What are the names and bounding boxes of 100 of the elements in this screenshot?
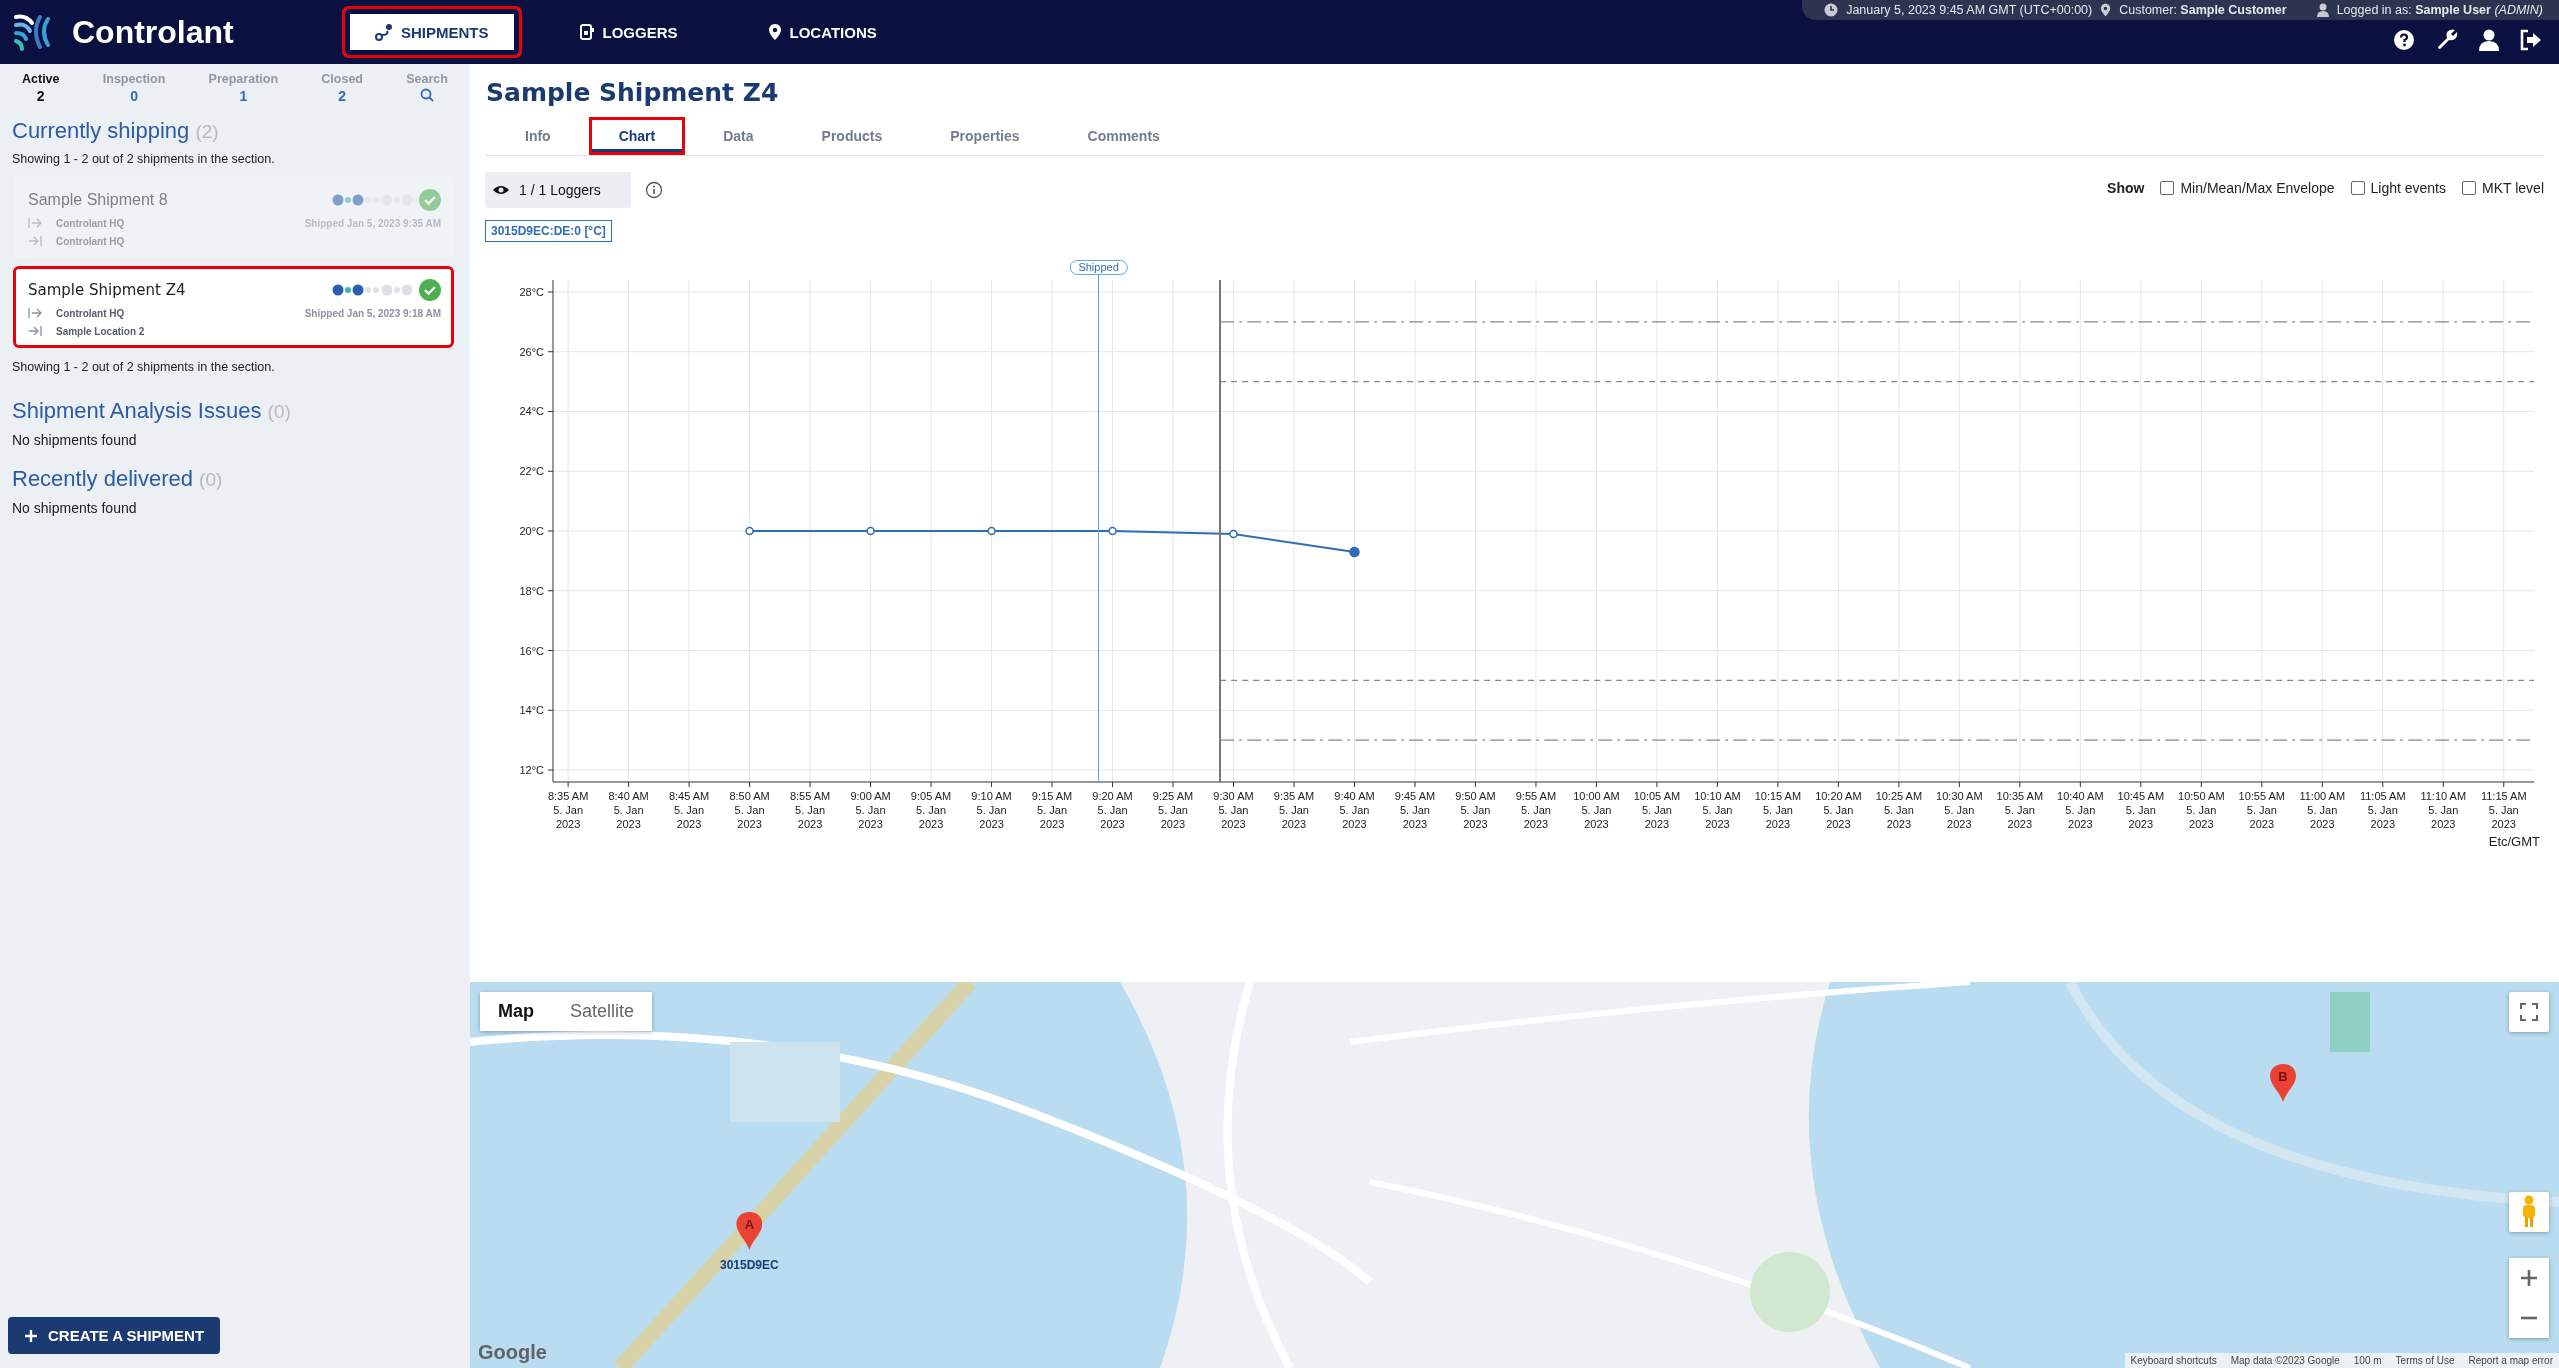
timezone-label: Etc/GMT — [2487, 834, 2541, 849]
check-icon — [419, 189, 441, 211]
tab[interactable]: Info — [495, 117, 581, 155]
map-type-button[interactable]: Satellite — [552, 992, 653, 1031]
map-attribution-item[interactable]: 100 m — [2353, 1355, 2382, 1366]
x-tick-label: 8:55 AM 5. Jan 2023 — [789, 790, 831, 830]
option-checkbox[interactable]: Light events — [2350, 180, 2446, 196]
x-tick-label: 8:40 AM 5. Jan 2023 — [608, 790, 649, 830]
y-tick-label: 26°C — [519, 345, 544, 358]
filter-tab[interactable]: Inspection 0 — [102, 72, 166, 104]
x-tick-label: 10:20 AM 5. Jan 2023 — [1815, 790, 1862, 830]
plus-icon — [24, 1328, 38, 1343]
show-label: Show — [2107, 180, 2145, 196]
x-tick-label: 11:05 AM 5. Jan 2023 — [2359, 790, 2406, 830]
origin-location: Controlant HQ — [56, 307, 126, 319]
y-tick-label: 22°C — [519, 465, 544, 478]
tab[interactable]: Comments — [1057, 117, 1190, 155]
section-summary: Showing 1 - 2 out of 2 shipments in the section. — [12, 152, 276, 166]
origin-location: Controlant HQ — [56, 217, 126, 229]
x-tick-label: 11:10 AM 5. Jan 2023 — [2420, 790, 2467, 830]
y-tick-label: 18°C — [519, 584, 544, 597]
marker-caption: 3015D9EC — [720, 1258, 779, 1272]
x-tick-label: 10:55 AM 5. Jan 2023 — [2238, 790, 2286, 830]
loggers-button[interactable]: 1 / 1 Loggers — [485, 172, 631, 208]
check-icon — [419, 279, 441, 301]
fullscreen-button[interactable] — [2509, 992, 2549, 1032]
nav-tab[interactable]: LOCATIONS — [734, 6, 910, 58]
map-logo: Google — [478, 1341, 547, 1364]
data-point — [987, 526, 996, 536]
option-checkbox[interactable]: Min/Mean/Max Envelope — [2160, 180, 2335, 196]
arrive-icon — [28, 235, 42, 247]
filter-tab[interactable]: Closed 2 — [321, 72, 363, 104]
shipment-title: Sample Shipment Z4 — [486, 78, 780, 107]
y-tick-label: 24°C — [519, 405, 544, 418]
x-tick-label: 9:55 AM 5. Jan 2023 — [1515, 790, 1557, 830]
eye-icon — [493, 184, 509, 196]
login-label: Logged in as: Sample User (ADMIN) — [2336, 3, 2543, 17]
option-checkbox[interactable]: MKT level — [2462, 180, 2544, 196]
x-tick-label: 9:35 AM 5. Jan 2023 — [1273, 790, 1315, 830]
search-icon — [420, 88, 435, 102]
x-tick-label: 10:50 AM 5. Jan 2023 — [2178, 790, 2225, 830]
create-shipment-button[interactable]: CREATE A SHIPMENT — [8, 1317, 221, 1354]
y-tick-label: 12°C — [519, 764, 544, 777]
x-tick-label: 8:35 AM 5. Jan 2023 — [547, 790, 589, 830]
wrench-icon[interactable] — [2435, 28, 2459, 52]
map-type-button[interactable]: Map — [480, 992, 552, 1031]
depart-icon — [28, 307, 42, 319]
arrive-icon — [28, 325, 42, 337]
current-datetime: January 5, 2023 9:45 AM GMT (UTC+00:00) — [1846, 3, 2093, 17]
map-attribution-item[interactable]: Map data ©2023 Google — [2230, 1355, 2340, 1366]
tab[interactable]: Products — [791, 117, 913, 155]
map-attribution-item[interactable]: Terms of Use — [2395, 1355, 2455, 1366]
x-tick-label: 9:50 AM 5. Jan 2023 — [1455, 790, 1496, 830]
x-tick-label: 10:25 AM 5. Jan 2023 — [1875, 790, 1923, 830]
empty-message: No shipments found — [12, 500, 138, 516]
logout-icon[interactable] — [2519, 29, 2543, 51]
plus-icon — [2520, 1269, 2538, 1287]
shipped-date: Shipped Jan 5, 2023 9:35 AM — [304, 217, 441, 229]
user-icon[interactable] — [2479, 29, 2499, 51]
tab[interactable]: Data — [693, 117, 784, 155]
shipment-card[interactable]: Sample Shipment Z4 Controlant HQ Shipped Jan 5, 2023 9:18 AM Sample Location 2 — [13, 266, 454, 348]
x-tick-label: 8:50 AM 5. Jan 2023 — [729, 790, 770, 830]
section-summary: Showing 1 - 2 out of 2 shipments in the section. — [12, 360, 276, 374]
data-point — [745, 526, 754, 536]
x-tick-label: 9:20 AM 5. Jan 2023 — [1092, 790, 1133, 830]
tab[interactable]: Chart — [588, 117, 686, 155]
y-tick-label: 16°C — [519, 644, 544, 657]
x-tick-label: 9:45 AM 5. Jan 2023 — [1394, 790, 1436, 830]
tab[interactable]: Properties — [920, 117, 1050, 155]
filter-tab[interactable]: Preparation 1 — [208, 72, 279, 104]
minus-icon — [2520, 1316, 2538, 1320]
progress-dots-icon — [331, 283, 413, 297]
x-tick-label: 10:00 AM 5. Jan 2023 — [1573, 790, 1620, 830]
zoom-in-button[interactable] — [2509, 1258, 2549, 1298]
map-attribution-item[interactable]: Keyboard shortcuts — [2130, 1355, 2217, 1366]
device-icon — [578, 23, 595, 41]
map-attribution-item[interactable]: Report a map error — [2468, 1355, 2553, 1366]
y-tick-label: 28°C — [519, 285, 544, 298]
x-tick-label: 10:30 AM 5. Jan 2023 — [1936, 790, 1983, 830]
shipment-card[interactable]: Sample Shipment 8 Controlant HQ Shipped Jan 5, 2023 9:35 AM Controlant HQ — [13, 176, 454, 258]
shipment-name: Sample Shipment Z4 — [28, 281, 187, 299]
progress-dots-icon — [331, 193, 413, 207]
empty-message: No shipments found — [12, 432, 138, 448]
nav-tab[interactable]: LOGGERS — [545, 6, 711, 58]
info-icon[interactable] — [644, 181, 663, 199]
logger-chip[interactable]: 3015D9EC:DE:0 [°C] — [485, 220, 612, 242]
help-icon[interactable] — [2393, 29, 2415, 51]
nav-tab[interactable]: SHIPMENTS — [342, 6, 522, 58]
fullscreen-icon — [2520, 1003, 2538, 1021]
user-icon — [2316, 3, 2329, 17]
x-tick-label: 9:40 AM 5. Jan 2023 — [1334, 790, 1375, 830]
x-tick-label: 11:15 AM 5. Jan 2023 — [2480, 790, 2527, 830]
filter-tab[interactable]: Active 2 — [22, 72, 60, 104]
x-tick-label: 9:15 AM 5. Jan 2023 — [1031, 790, 1073, 830]
shipment-name: Sample Shipment 8 — [28, 191, 169, 209]
x-tick-label: 9:10 AM 5. Jan 2023 — [971, 790, 1012, 830]
x-tick-label: 9:05 AM 5. Jan 2023 — [910, 790, 952, 830]
x-tick-label: 10:45 AM 5. Jan 2023 — [2117, 790, 2165, 830]
y-tick-label: 20°C — [519, 525, 544, 537]
brand-name: Controlant — [72, 13, 234, 51]
